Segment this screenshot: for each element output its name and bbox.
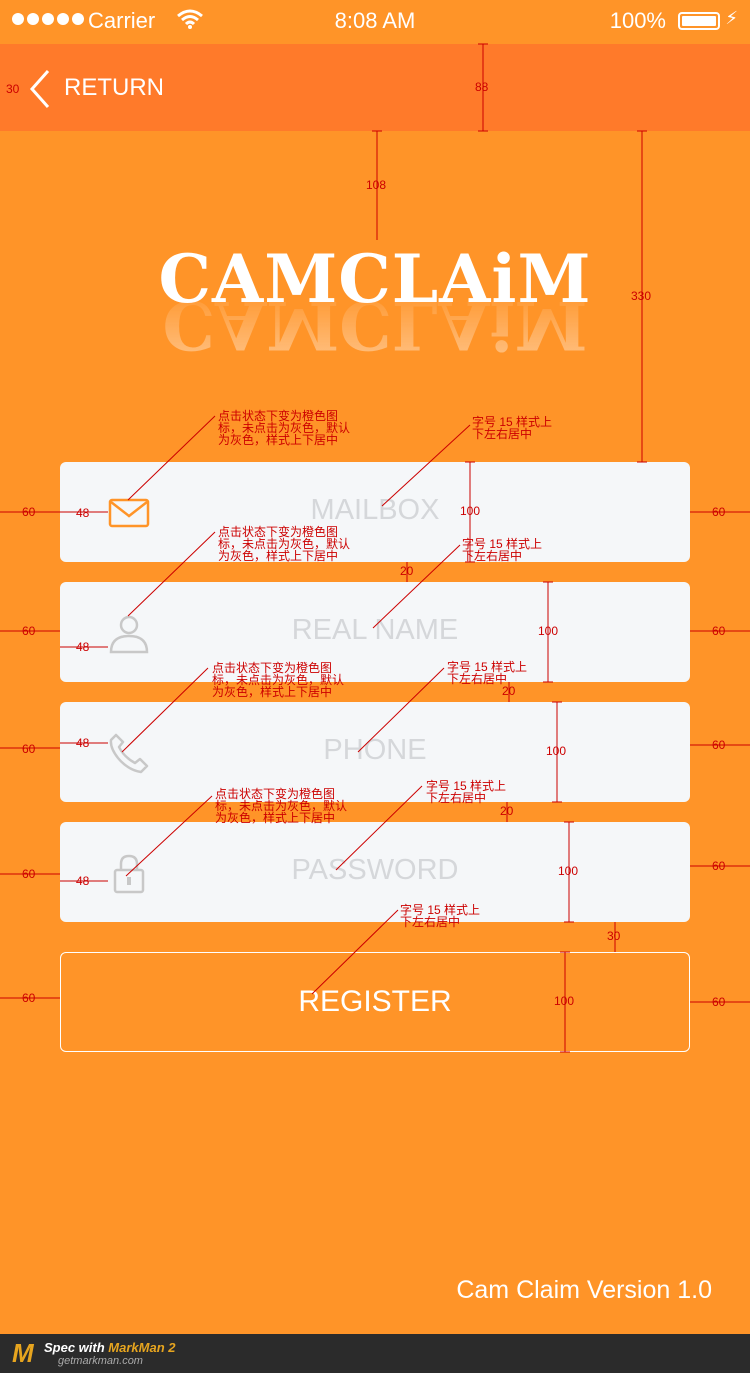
- markman-logo: M: [12, 1338, 34, 1368]
- icon-annotation: 点击状态下变为橙色图标，未点击为灰色，默认为灰色，样式上下居中: [218, 525, 351, 563]
- measure-label: 20: [500, 804, 514, 818]
- measure-label: 330: [631, 289, 652, 303]
- measure-label: 60: [712, 624, 726, 638]
- measure-label: 48: [76, 640, 90, 654]
- measure-label: 100: [538, 624, 559, 638]
- markman-footer: M Spec with MarkMan 2 getmarkman.com: [0, 1334, 750, 1373]
- measure-label: 60: [22, 867, 36, 881]
- measure-label: 60: [712, 995, 726, 1009]
- measure-label: 60: [712, 738, 726, 752]
- text-annotation: 字号 15 样式上下左右居中: [426, 779, 507, 805]
- text-annotation: 字号 15 样式上下左右居中: [472, 415, 553, 441]
- measure-label: 30: [6, 82, 20, 96]
- measure-label: 48: [76, 506, 90, 520]
- measure-label: 108: [366, 178, 387, 192]
- measure-label: 60: [22, 742, 36, 756]
- measure-label: 20: [502, 684, 516, 698]
- spec-overlay: [0, 43, 750, 1053]
- measure-label: 88: [475, 80, 489, 94]
- measure-label: 100: [558, 864, 579, 878]
- measure-label: 60: [22, 991, 36, 1005]
- measure-label: 60: [712, 505, 726, 519]
- footer-spec-text: Spec with MarkMan 2: [44, 1340, 176, 1355]
- text-annotation: 字号 15 样式上下左右居中: [447, 660, 528, 686]
- text-annotation: 字号 15 样式上下左右居中: [462, 537, 543, 563]
- measure-label: 20: [400, 564, 414, 578]
- text-annotation: 字号 15 样式上下左右居中: [400, 903, 481, 929]
- measure-label: 100: [460, 504, 481, 518]
- icon-annotation: 点击状态下变为橙色图标，未点击为灰色，默认为灰色，样式上下居中: [218, 409, 351, 447]
- icon-annotation: 点击状态下变为橙色图标，未点击为灰色，默认为灰色，样式上下居中: [212, 661, 345, 699]
- measure-label: 60: [22, 505, 36, 519]
- footer-site: getmarkman.com: [58, 1355, 143, 1367]
- measure-label: 48: [76, 736, 90, 750]
- measure-label: 100: [546, 744, 567, 758]
- icon-annotation: 点击状态下变为橙色图标，未点击为灰色，默认为灰色，样式上下居中: [215, 787, 348, 825]
- measure-label: 48: [76, 874, 90, 888]
- measure-label: 60: [22, 624, 36, 638]
- measure-label: 30: [607, 929, 621, 943]
- measure-label: 100: [554, 994, 575, 1008]
- measure-label: 60: [712, 859, 726, 873]
